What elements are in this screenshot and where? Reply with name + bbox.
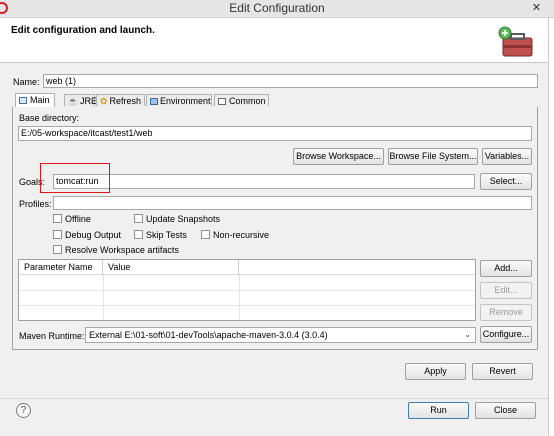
background-window-edge — [548, 18, 554, 435]
profiles-label: Profiles: — [19, 199, 52, 209]
value-header[interactable]: Value — [103, 260, 239, 275]
maven-runtime-select[interactable]: External E:\01-soft\01-devTools\apache-m… — [85, 327, 476, 343]
highlight-box — [40, 163, 110, 193]
base-directory-label: Base directory: — [19, 113, 80, 123]
resolve-workspace-checkbox[interactable] — [53, 245, 62, 254]
row-divider — [19, 305, 475, 306]
close-button[interactable]: Close — [475, 402, 536, 419]
tab-common[interactable]: Common — [214, 94, 269, 106]
skip-tests-checkbox[interactable] — [134, 230, 143, 239]
tab-refresh[interactable]: ✿ Refresh — [96, 94, 145, 106]
tab-jre-label: JRE — [79, 96, 97, 106]
tab-main[interactable]: Main — [15, 93, 55, 107]
offline-checkbox[interactable] — [53, 214, 62, 223]
non-recursive-label: Non-recursive — [213, 230, 270, 240]
goals-field[interactable]: tomcat:run — [53, 174, 475, 189]
row-divider — [19, 290, 475, 291]
tab-main-label: Main — [30, 95, 50, 105]
tab-refresh-label: Refresh — [109, 96, 142, 106]
skip-tests-label: Skip Tests — [146, 230, 187, 240]
update-snapshots-checkbox[interactable] — [134, 214, 143, 223]
refresh-icon: ✿ — [100, 96, 108, 106]
parameter-table[interactable]: Parameter Name Value — [18, 259, 476, 321]
edit-parameter-button[interactable]: Edit... — [480, 282, 532, 299]
revert-button[interactable]: Revert — [472, 363, 533, 380]
configure-button[interactable]: Configure... — [480, 326, 532, 343]
jre-icon: ☕ — [68, 97, 78, 106]
maven-runtime-label: Maven Runtime: — [19, 331, 85, 341]
tab-common-label: Common — [229, 96, 266, 106]
debug-output-checkbox[interactable] — [53, 230, 62, 239]
remove-parameter-button[interactable]: Remove — [480, 304, 532, 321]
browse-file-system-button[interactable]: Browse File System... — [388, 148, 478, 165]
tab-jre[interactable]: ☕ JRE — [64, 94, 97, 106]
environment-icon — [150, 98, 158, 105]
add-parameter-button[interactable]: Add... — [480, 260, 532, 277]
empty-header — [239, 260, 475, 275]
select-goals-button[interactable]: Select... — [480, 173, 532, 190]
offline-label: Offline — [65, 214, 91, 224]
debug-output-label: Debug Output — [65, 230, 122, 240]
toolbox-icon — [496, 25, 536, 59]
header-description: Edit configuration and launch. — [11, 25, 155, 36]
help-icon[interactable]: ? — [16, 403, 31, 418]
window-title: Edit Configuration — [229, 1, 325, 15]
run-button[interactable]: Run — [408, 402, 469, 419]
tab-environment-label: Environment — [160, 96, 211, 106]
parameter-name-header[interactable]: Parameter Name — [19, 260, 103, 275]
profiles-field[interactable] — [53, 196, 532, 210]
name-label: Name: — [13, 77, 40, 87]
close-window-button[interactable]: ✕ — [519, 0, 554, 17]
browse-workspace-button[interactable]: Browse Workspace... — [293, 148, 384, 165]
base-directory-field[interactable]: E:/05-workspace/itcast/test1/web — [18, 126, 532, 141]
chevron-down-icon: ⌄ — [464, 330, 471, 339]
common-icon — [218, 98, 226, 105]
tab-environment[interactable]: Environment — [146, 94, 212, 106]
resolve-workspace-label: Resolve Workspace artifacts — [65, 245, 179, 255]
main-tab-icon — [19, 97, 27, 104]
column-divider — [103, 275, 104, 320]
column-divider — [239, 275, 240, 320]
name-field[interactable]: web (1) — [43, 74, 538, 88]
apply-button[interactable]: Apply — [405, 363, 466, 380]
maven-runtime-value: External E:\01-soft\01-devTools\apache-m… — [89, 330, 328, 340]
update-snapshots-label: Update Snapshots — [146, 214, 221, 224]
non-recursive-checkbox[interactable] — [201, 230, 210, 239]
variables-button[interactable]: Variables... — [482, 148, 532, 165]
